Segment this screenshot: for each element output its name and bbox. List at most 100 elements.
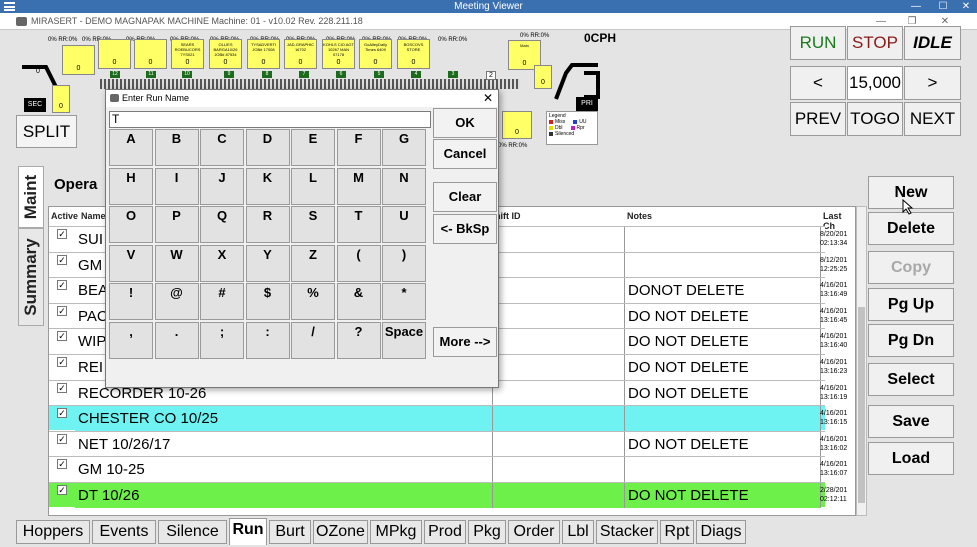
tab-summary[interactable]: Summary: [18, 228, 44, 326]
hopper-5[interactable]: KOHLS CIO AGT 10267 MAN 07178 0: [322, 39, 355, 69]
key-char[interactable]: W: [154, 244, 199, 282]
next-button[interactable]: NEXT: [904, 102, 961, 136]
key-char[interactable]: M: [336, 167, 381, 205]
key-char[interactable]: H: [109, 167, 153, 205]
table-row[interactable]: ✓ GM 10-25 4/16/201 13:16:07: [49, 456, 847, 483]
tab-burt[interactable]: Burt: [269, 520, 311, 544]
tab-diags[interactable]: Diags: [696, 520, 746, 544]
active-checkbox[interactable]: ✓: [57, 331, 67, 342]
key-char[interactable]: *: [382, 283, 426, 320]
key-char[interactable]: A: [109, 129, 153, 166]
hopper-4[interactable]: GoAlleyDaily Times 6409 0: [359, 39, 392, 69]
key-char[interactable]: /: [291, 321, 335, 359]
key-char[interactable]: ): [382, 244, 426, 282]
scrollbar-thumb[interactable]: [858, 307, 865, 503]
key-char[interactable]: !: [109, 283, 153, 320]
tab-silence[interactable]: Silence: [158, 520, 227, 544]
save-button[interactable]: Save: [868, 405, 954, 438]
tab-order[interactable]: Order: [508, 520, 560, 544]
key-char[interactable]: %: [291, 283, 335, 320]
hopper-9[interactable]: SEARS ROEBUCORS 7YS021 0: [171, 39, 204, 69]
key-char[interactable]: N: [382, 167, 426, 205]
key-char[interactable]: :: [245, 321, 290, 359]
key-char[interactable]: &: [336, 283, 381, 320]
run-button[interactable]: RUN: [790, 26, 846, 60]
key-char[interactable]: V: [109, 244, 153, 282]
key-char[interactable]: Q: [200, 206, 244, 243]
close-icon[interactable]: ✕: [955, 0, 977, 13]
key-char[interactable]: ;: [200, 321, 244, 359]
key-char[interactable]: G: [382, 129, 426, 166]
key-char[interactable]: $: [245, 283, 290, 320]
key-char[interactable]: T: [336, 206, 381, 243]
split-button[interactable]: SPLIT: [16, 115, 77, 148]
table-scrollbar[interactable]: [856, 206, 867, 516]
active-checkbox[interactable]: ✓: [57, 305, 67, 316]
small-hopper-left[interactable]: 0: [52, 85, 70, 113]
key-char[interactable]: @: [154, 283, 199, 320]
minimize-icon[interactable]: —: [905, 0, 927, 13]
key-char[interactable]: I: [154, 167, 199, 205]
small-hopper-right[interactable]: 0: [534, 65, 552, 89]
key-char[interactable]: D: [245, 129, 290, 166]
active-checkbox[interactable]: ✓: [57, 485, 67, 495]
cancel-button[interactable]: Cancel: [433, 139, 497, 169]
backspace-button[interactable]: <- BkSp: [433, 214, 497, 244]
key-char[interactable]: C: [200, 129, 244, 166]
active-checkbox[interactable]: ✓: [57, 408, 67, 419]
hopper-8[interactable]: OLLIES BARGA10/26 JOB# 87534 0: [209, 39, 242, 69]
hopper-7[interactable]: TYSADVERTI JOB# 17008 0: [247, 39, 280, 69]
key-char[interactable]: K: [245, 167, 290, 205]
key-char[interactable]: L: [291, 167, 335, 205]
tab-run[interactable]: Run: [229, 518, 267, 545]
page-up-button[interactable]: Pg Up: [868, 288, 954, 321]
hopper-bottom[interactable]: 0: [502, 111, 532, 139]
select-button[interactable]: Select: [868, 363, 954, 396]
key-char[interactable]: S: [291, 206, 335, 243]
table-row[interactable]: ✓ DT 10/26 DO NOT DELETE 2/28/201 02:12:11: [49, 482, 847, 508]
key-char[interactable]: O: [109, 206, 153, 243]
key-char[interactable]: Y: [245, 244, 290, 282]
hamburger-menu-icon[interactable]: [4, 2, 15, 11]
key-char[interactable]: ?: [336, 321, 381, 359]
hopper-10[interactable]: 0: [134, 39, 167, 69]
stop-button[interactable]: STOP: [847, 26, 903, 60]
tab-rpt[interactable]: Rpt: [660, 520, 694, 544]
prev-button[interactable]: PREV: [790, 102, 846, 136]
table-row[interactable]: ✓ CHESTER CO 10/25 4/16/201 13:16:15: [49, 405, 847, 432]
tab-mpkg[interactable]: MPkg: [370, 520, 422, 544]
tab-stacker[interactable]: Stacker: [596, 520, 658, 544]
tab-maint[interactable]: Maint: [18, 166, 44, 228]
tab-pkg[interactable]: Pkg: [468, 520, 506, 544]
hopper-6[interactable]: JAD-GRAPHIC 16702 0: [284, 39, 317, 69]
key-char[interactable]: R: [245, 206, 290, 243]
key-char[interactable]: E: [291, 129, 335, 166]
page-down-button[interactable]: Pg Dn: [868, 324, 954, 357]
key-char[interactable]: B: [154, 129, 199, 166]
key-char[interactable]: .: [154, 321, 199, 359]
key-char[interactable]: J: [200, 167, 244, 205]
prev-arrow-button[interactable]: <: [790, 66, 846, 100]
ok-button[interactable]: OK: [433, 108, 497, 138]
clear-button[interactable]: Clear: [433, 182, 497, 212]
hopper-12[interactable]: 0: [62, 45, 95, 75]
run-name-input[interactable]: T: [109, 111, 431, 128]
key-char[interactable]: P: [154, 206, 199, 243]
tab-events[interactable]: Events: [92, 520, 156, 544]
key-char[interactable]: X: [200, 244, 244, 282]
maximize-icon[interactable]: ☐: [932, 0, 954, 13]
active-checkbox[interactable]: ✓: [57, 459, 67, 470]
tab-prod[interactable]: Prod: [424, 520, 466, 544]
dialog-close-icon[interactable]: ✕: [481, 90, 495, 107]
active-checkbox[interactable]: ✓: [57, 357, 67, 367]
active-checkbox[interactable]: ✓: [57, 280, 67, 291]
hopper-3[interactable]: BOSCOVS STORE 0: [397, 39, 430, 69]
tab-lbl[interactable]: Lbl: [562, 520, 594, 544]
copy-button[interactable]: Copy: [868, 251, 954, 284]
key-char[interactable]: ,: [109, 321, 153, 359]
key-char[interactable]: (: [336, 244, 381, 282]
key-char[interactable]: F: [336, 129, 381, 166]
key-char[interactable]: Z: [291, 244, 335, 282]
delete-button[interactable]: Delete: [868, 212, 954, 245]
next-arrow-button[interactable]: >: [904, 66, 961, 100]
